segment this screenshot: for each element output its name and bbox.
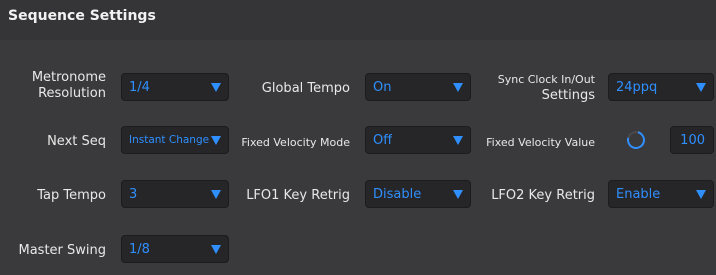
- tap-tempo-value: 3: [129, 186, 138, 202]
- lfo2-key-retrig-label: LFO2 Key Retrig: [491, 188, 595, 203]
- lfo2-key-retrig-value: Enable: [616, 186, 661, 202]
- tap-tempo-label: Tap Tempo: [37, 188, 106, 203]
- global-tempo-dropdown[interactable]: On: [365, 73, 471, 101]
- panel-title: Sequence Settings: [8, 8, 156, 24]
- master-swing-label: Master Swing: [18, 243, 106, 258]
- sync-clock-value: 24ppq: [616, 79, 658, 95]
- fixed-velocity-value-number: 100: [680, 132, 705, 148]
- lfo1-key-retrig-value: Disable: [373, 186, 422, 202]
- title-bar: Sequence Settings: [0, 0, 716, 40]
- knob-icon[interactable]: [623, 127, 649, 153]
- chevron-down-icon: [211, 245, 221, 254]
- global-tempo-value: On: [373, 79, 392, 95]
- chevron-down-icon: [453, 190, 463, 199]
- master-swing-value: 1/8: [129, 241, 150, 257]
- chevron-down-icon: [453, 83, 463, 92]
- fixed-velocity-value-field[interactable]: 100: [670, 126, 714, 154]
- fixed-velocity-mode-label: Fixed Velocity Mode: [241, 136, 350, 149]
- metronome-resolution-label-line2: Resolution: [38, 86, 106, 101]
- sync-clock-dropdown[interactable]: 24ppq: [608, 73, 714, 101]
- lfo2-key-retrig-dropdown[interactable]: Enable: [608, 180, 714, 208]
- tap-tempo-dropdown[interactable]: 3: [121, 180, 229, 208]
- sync-clock-label-line2: Settings: [541, 88, 595, 103]
- next-seq-label: Next Seq: [47, 134, 106, 149]
- chevron-down-icon: [696, 83, 706, 92]
- chevron-down-icon: [453, 136, 463, 145]
- chevron-down-icon: [211, 136, 221, 145]
- lfo1-key-retrig-dropdown[interactable]: Disable: [365, 180, 471, 208]
- lfo1-key-retrig-label: LFO1 Key Retrig: [246, 188, 350, 203]
- master-swing-dropdown[interactable]: 1/8: [121, 235, 229, 263]
- metronome-resolution-dropdown[interactable]: 1/4: [121, 73, 229, 101]
- global-tempo-label: Global Tempo: [261, 81, 350, 96]
- next-seq-value: Instant Change: [129, 134, 210, 146]
- fixed-velocity-mode-dropdown[interactable]: Off: [365, 126, 471, 154]
- sync-clock-label-line1: Sync Clock In/Out: [497, 73, 595, 86]
- metronome-resolution-label-line1: Metronome: [31, 70, 106, 85]
- metronome-resolution-label: Metronome Resolution: [32, 70, 106, 102]
- sync-clock-label: Sync Clock In/Out Settings: [498, 72, 595, 104]
- sequence-settings-panel: Sequence Settings Metronome Resolution 1…: [0, 0, 716, 275]
- chevron-down-icon: [211, 83, 221, 92]
- fixed-velocity-value-label: Fixed Velocity Value: [486, 136, 595, 149]
- fixed-velocity-mode-value: Off: [373, 132, 393, 148]
- chevron-down-icon: [211, 190, 221, 199]
- metronome-resolution-value: 1/4: [129, 79, 150, 95]
- chevron-down-icon: [696, 190, 706, 199]
- next-seq-dropdown[interactable]: Instant Change: [121, 126, 229, 154]
